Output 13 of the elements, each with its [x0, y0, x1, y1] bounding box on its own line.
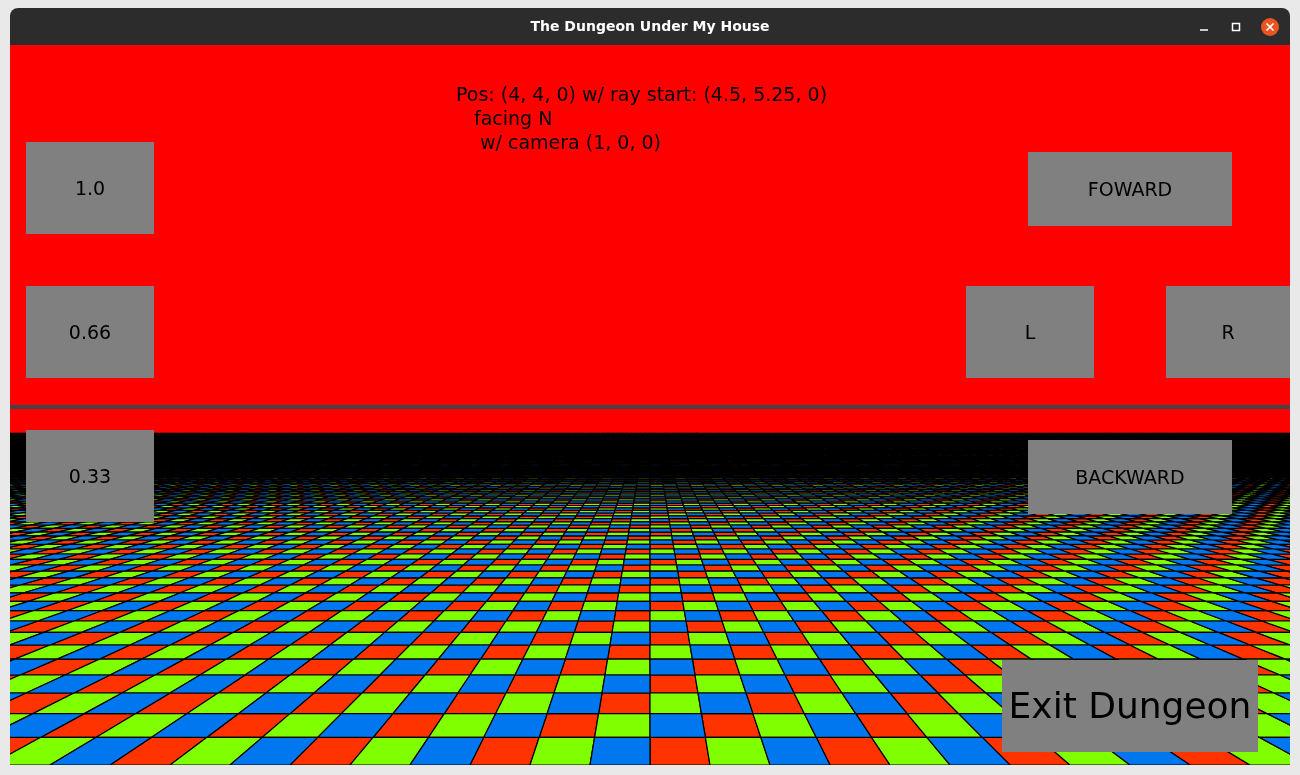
status-text: w/ camera (1, 0, 0) — [479, 130, 662, 154]
game-button[interactable]: BACKWARD — [1028, 440, 1232, 514]
game-button[interactable]: 0.33 — [26, 430, 154, 522]
game-button[interactable]: FOWARD — [1028, 152, 1232, 226]
game-button[interactable]: 1.0 — [26, 142, 154, 234]
game-button[interactable]: R — [1166, 286, 1290, 378]
game-button[interactable]: 0.66 — [26, 286, 154, 378]
status-text: Pos: (4, 4, 0) w/ ray start: (4.5, 5.25, 0) — [456, 82, 828, 106]
game-button[interactable]: L — [966, 286, 1094, 378]
status-text: facing N — [473, 106, 554, 130]
game-button[interactable]: Exit Dungeon — [1002, 660, 1258, 752]
close-icon[interactable] — [1260, 17, 1280, 37]
window-title: The Dungeon Under My House — [530, 17, 770, 36]
